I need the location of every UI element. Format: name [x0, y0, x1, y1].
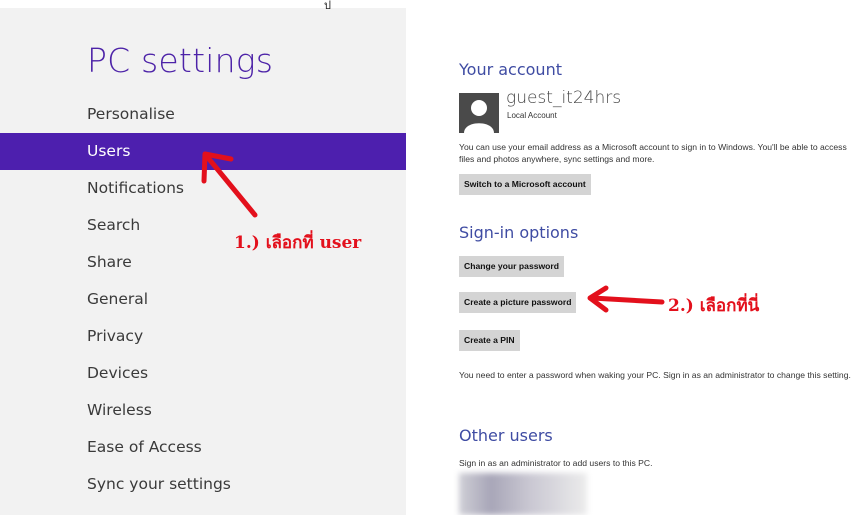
- switch-microsoft-account-button[interactable]: Switch to a Microsoft account: [459, 174, 591, 195]
- page-title: PC settings: [87, 41, 274, 80]
- annotation-arrow-2-icon: [587, 285, 665, 313]
- account-description: You can use your email address as a Micr…: [459, 142, 847, 164]
- sign-in-note: You need to enter a password when waking…: [459, 370, 851, 380]
- create-pin-button[interactable]: Create a PIN: [459, 330, 520, 351]
- nav-item-devices[interactable]: Devices: [0, 355, 406, 392]
- nav-item-ease-of-access[interactable]: Ease of Access: [0, 429, 406, 466]
- nav-item-sync-settings[interactable]: Sync your settings: [0, 466, 406, 503]
- avatar: [459, 93, 499, 133]
- nav-item-privacy[interactable]: Privacy: [0, 318, 406, 355]
- user-silhouette-icon: [464, 100, 494, 133]
- sign-in-options-title: Sign-in options: [459, 223, 579, 242]
- right-user-settings-pane: Your account guest_it24hrs Local Account…: [406, 0, 854, 515]
- account-username: guest_it24hrs: [506, 88, 622, 108]
- change-password-button[interactable]: Change your password: [459, 256, 565, 277]
- other-users-title: Other users: [459, 426, 553, 445]
- annotation-note-2: 2.) เลือกที่นี่: [668, 296, 760, 316]
- nav-item-wireless[interactable]: Wireless: [0, 392, 406, 429]
- left-settings-pane: PC settings Personalise Users Notificati…: [0, 0, 406, 515]
- nav-item-general[interactable]: General: [0, 281, 406, 318]
- create-picture-password-button[interactable]: Create a picture password: [459, 292, 577, 313]
- nav-item-personalise[interactable]: Personalise: [0, 96, 406, 133]
- top-cropped-glyph: ป: [324, 0, 331, 12]
- annotation-note-1: 1.) เลือกที่ user: [234, 233, 362, 253]
- blurred-other-user-tile: [459, 473, 587, 515]
- annotation-arrow-1-icon: [201, 151, 258, 218]
- nav-item-homegroup[interactable]: HomeGroup: [0, 503, 406, 515]
- other-users-description: Sign in as an administrator to add users…: [459, 458, 653, 468]
- your-account-title: Your account: [459, 60, 562, 79]
- account-type-label: Local Account: [507, 111, 557, 120]
